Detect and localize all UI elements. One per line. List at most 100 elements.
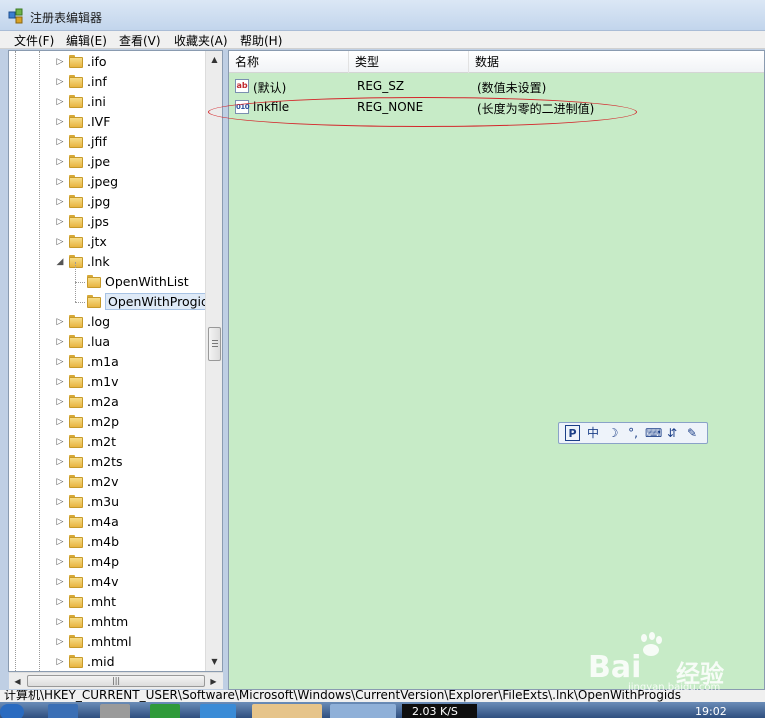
folder-icon: [69, 355, 83, 369]
ime-keyboard-icon[interactable]: ⌨: [645, 425, 662, 441]
tree-key[interactable]: ▷ .mhtm: [9, 612, 209, 632]
expand-arrow-icon[interactable]: ▷: [55, 96, 65, 108]
expand-arrow-icon[interactable]: ▷: [55, 136, 65, 148]
expand-arrow-icon[interactable]: ▷: [55, 236, 65, 248]
tree-key[interactable]: ▷ .mhtml: [9, 632, 209, 652]
ime-halfwidth-moon-icon[interactable]: ☽: [606, 425, 620, 441]
taskbar-app-icon[interactable]: [252, 704, 322, 718]
tree-item-label: .inf: [87, 74, 107, 89]
tree-key[interactable]: ▷ .m1a: [9, 352, 209, 372]
taskbar-app-icon[interactable]: [48, 704, 78, 718]
column-header-type[interactable]: 类型: [349, 51, 469, 73]
expand-arrow-icon[interactable]: ▷: [55, 416, 65, 428]
menu-edit[interactable]: 编辑(E): [64, 32, 109, 49]
tree-key[interactable]: ▷ .m3u: [9, 492, 209, 512]
tree-key[interactable]: ▷ .m4a: [9, 512, 209, 532]
scroll-thumb[interactable]: [208, 327, 221, 361]
menu-view[interactable]: 查看(V): [117, 32, 163, 49]
expand-arrow-icon[interactable]: ▷: [55, 56, 65, 68]
tree-key[interactable]: ▷ .jps: [9, 212, 209, 232]
ime-punctuation-icon[interactable]: °,: [625, 425, 641, 441]
taskbar: 2.03 K/S 19:02: [0, 702, 765, 718]
tree-item-label: .jpe: [87, 154, 111, 169]
collapse-arrow-icon[interactable]: ◢: [55, 256, 65, 268]
registry-tree[interactable]: ▷ .ifo ▷ .inf ▷ .ini ▷ .IVF ▷ .jfif ▷ .jpe ▷ .jpeg ▷ .j…: [8, 50, 223, 672]
tree-key[interactable]: ▷ .jpg: [9, 192, 209, 212]
tree-key[interactable]: ▷ .inf: [9, 72, 209, 92]
expand-arrow-icon[interactable]: ▷: [55, 616, 65, 628]
scroll-right-arrow-icon[interactable]: ▶: [205, 673, 222, 690]
expand-arrow-icon[interactable]: ▷: [55, 356, 65, 368]
expand-arrow-icon[interactable]: ▷: [55, 556, 65, 568]
column-header-name[interactable]: 名称: [229, 51, 349, 73]
expand-arrow-icon[interactable]: ▷: [55, 496, 65, 508]
values-list[interactable]: 名称 类型 数据 ab (默认) REG_SZ (数值未设置) 010 lnkf…: [228, 50, 765, 690]
taskbar-app-icon[interactable]: [100, 704, 130, 718]
tree-key[interactable]: ▷ .log: [9, 312, 209, 332]
expand-arrow-icon[interactable]: ▷: [55, 156, 65, 168]
ime-toolbar[interactable]: P 中 ☽ °, ⌨ ⇵ ✎: [558, 422, 708, 444]
tree-key[interactable]: ▷ .m2a: [9, 392, 209, 412]
tree-key[interactable]: ▷ .m2p: [9, 412, 209, 432]
taskbar-app-icon[interactable]: [150, 704, 180, 718]
value-row-default[interactable]: ab (默认) REG_SZ (数值未设置): [229, 76, 764, 97]
menu-file[interactable]: 文件(F): [12, 32, 56, 49]
tree-key[interactable]: ▷ .mid: [9, 652, 209, 671]
tree-vertical-scrollbar[interactable]: ▲ ▼: [205, 51, 222, 671]
expand-arrow-icon[interactable]: ▷: [55, 656, 65, 668]
expand-arrow-icon[interactable]: ▷: [55, 576, 65, 588]
ime-settings-wrench-icon[interactable]: ✎: [685, 425, 699, 441]
taskbar-app-icon[interactable]: [200, 704, 236, 718]
scroll-up-arrow-icon[interactable]: ▲: [206, 51, 223, 68]
ime-p-icon[interactable]: P: [565, 425, 580, 441]
tree-key[interactable]: ▷ .jfif: [9, 132, 209, 152]
ime-split-icon[interactable]: ⇵: [665, 425, 679, 441]
tree-item-label: .m1v: [87, 374, 119, 389]
tree-key[interactable]: ◢ .lnk: [9, 252, 209, 272]
expand-arrow-icon[interactable]: ▷: [55, 476, 65, 488]
expand-arrow-icon[interactable]: ▷: [55, 176, 65, 188]
ime-chinese-mode-icon[interactable]: 中: [586, 425, 600, 441]
tree-key[interactable]: ▷ .m4p: [9, 552, 209, 572]
column-header-data[interactable]: 数据: [469, 51, 764, 73]
tree-item-label: .m4b: [87, 534, 120, 549]
tree-key[interactable]: ▷ .jpeg: [9, 172, 209, 192]
expand-arrow-icon[interactable]: ▷: [55, 216, 65, 228]
tree-key[interactable]: ▷ .mht: [9, 592, 209, 612]
tree-key[interactable]: ▷ .ifo: [9, 52, 209, 72]
expand-arrow-icon[interactable]: ▷: [55, 396, 65, 408]
tree-key[interactable]: ▷ .jtx: [9, 232, 209, 252]
tree-key[interactable]: ▷ .jpe: [9, 152, 209, 172]
expand-arrow-icon[interactable]: ▷: [55, 76, 65, 88]
expand-arrow-icon[interactable]: ▷: [55, 456, 65, 468]
tree-key[interactable]: ▷ .m4b: [9, 532, 209, 552]
expand-arrow-icon[interactable]: ▷: [55, 336, 65, 348]
expand-arrow-icon[interactable]: ▷: [55, 116, 65, 128]
scroll-down-arrow-icon[interactable]: ▼: [206, 653, 223, 670]
horizontal-scroll-thumb[interactable]: |||: [27, 675, 205, 687]
tree-subkey[interactable]: OpenWithList: [9, 262, 209, 292]
expand-arrow-icon[interactable]: ▷: [55, 596, 65, 608]
tree-key[interactable]: ▷ .m2v: [9, 472, 209, 492]
tree-key[interactable]: ▷ .m2ts: [9, 452, 209, 472]
tree-horizontal-scrollbar[interactable]: ◀ ||| ▶: [9, 672, 223, 689]
expand-arrow-icon[interactable]: ▷: [55, 436, 65, 448]
expand-arrow-icon[interactable]: ▷: [55, 516, 65, 528]
menu-help[interactable]: 帮助(H): [238, 32, 284, 49]
tree-subkey[interactable]: OpenWithProgid: [9, 282, 212, 312]
expand-arrow-icon[interactable]: ▷: [55, 376, 65, 388]
tree-key[interactable]: ▷ .m1v: [9, 372, 209, 392]
tree-key[interactable]: ▷ .m2t: [9, 432, 209, 452]
start-button-icon[interactable]: [0, 704, 24, 718]
tree-key[interactable]: ▷ .ini: [9, 92, 209, 112]
expand-arrow-icon[interactable]: ▷: [55, 636, 65, 648]
tree-key[interactable]: ▷ .IVF: [9, 112, 209, 132]
expand-arrow-icon[interactable]: ▷: [55, 196, 65, 208]
taskbar-regedit-button[interactable]: [330, 704, 396, 718]
tree-key[interactable]: ▷ .lua: [9, 332, 209, 352]
tree-key[interactable]: ▷ .m4v: [9, 572, 209, 592]
menu-favorites[interactable]: 收藏夹(A): [172, 32, 230, 49]
scroll-left-arrow-icon[interactable]: ◀: [9, 673, 26, 690]
expand-arrow-icon[interactable]: ▷: [55, 536, 65, 548]
expand-arrow-icon[interactable]: ▷: [55, 316, 65, 328]
